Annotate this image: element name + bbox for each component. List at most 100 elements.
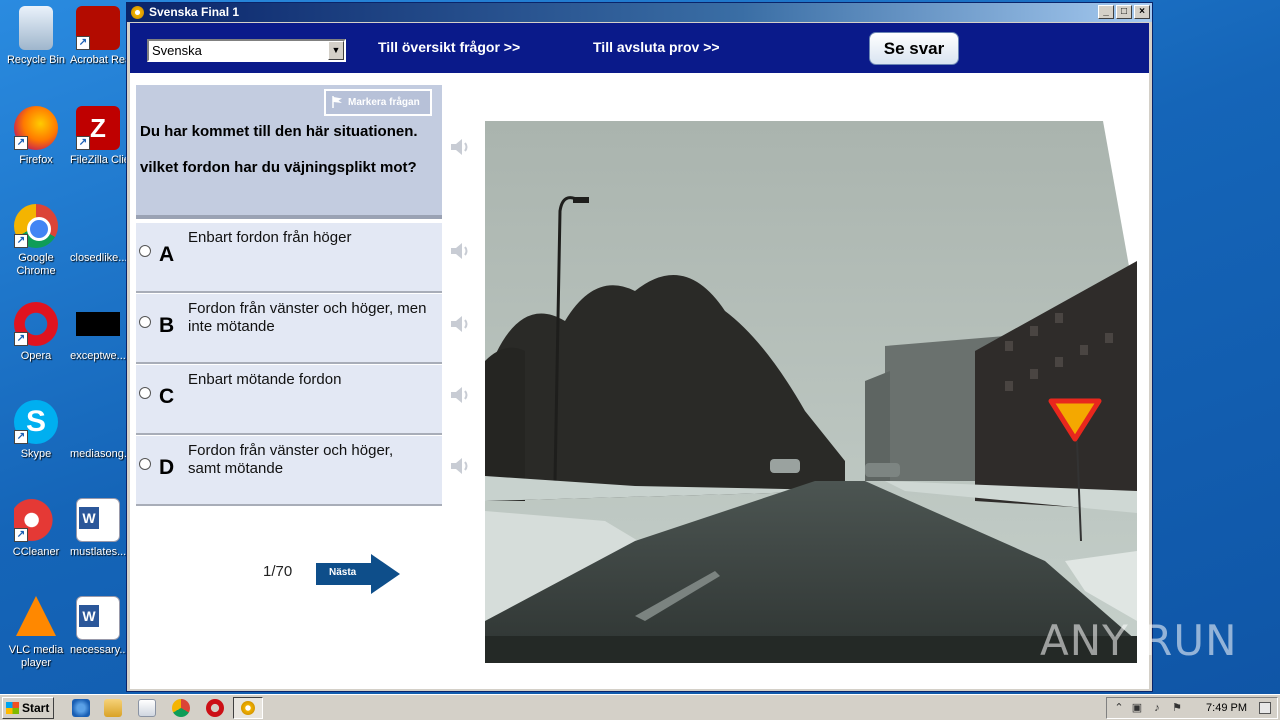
chrome-icon[interactable] bbox=[172, 699, 190, 717]
firefox-icon: ↗ bbox=[14, 106, 58, 150]
speaker-icon[interactable] bbox=[448, 135, 472, 159]
desktop-icon-label: exceptwe... bbox=[70, 350, 126, 362]
flag-question-label: Markera frågan bbox=[348, 97, 420, 108]
show-desktop-icon[interactable] bbox=[1259, 702, 1271, 714]
language-select-value: Svenska bbox=[152, 43, 202, 58]
question-panel: Markera frågan Du har kommet till den hä… bbox=[136, 85, 442, 219]
desktop-icon-label: Firefox bbox=[19, 154, 53, 166]
clock[interactable]: 7:49 PM bbox=[1206, 702, 1247, 714]
finish-exam-link[interactable]: Till avsluta prov >> bbox=[593, 39, 720, 55]
desktop-icon-label: necessary... bbox=[70, 644, 126, 656]
answer-text: Enbart mötande fordon bbox=[188, 371, 342, 388]
start-label: Start bbox=[22, 701, 50, 715]
desktop-icon-label: Skype bbox=[20, 448, 52, 460]
desktop-icon-closedlike[interactable]: closedlike... bbox=[70, 204, 126, 265]
desktop-icon-vlc[interactable]: VLC media player bbox=[0, 596, 72, 670]
app-window: Svenska Final 1 _ □ × Svenska ▼ Till öve… bbox=[126, 2, 1153, 692]
volume-icon[interactable]: ♪ bbox=[1151, 702, 1163, 714]
flag-icon[interactable]: ⚑ bbox=[1171, 702, 1183, 714]
desktop-icon-necessary[interactable]: necessary... bbox=[70, 596, 126, 657]
desktop-icon-acrobat[interactable]: ↗ Acrobat Reader DC bbox=[70, 6, 126, 67]
desktop-icon-filezilla[interactable]: Z↗ FileZilla Client bbox=[70, 106, 126, 167]
windows-logo-icon bbox=[6, 702, 19, 714]
desktop-icon-label: closedlike... bbox=[70, 252, 126, 264]
answer-radio[interactable] bbox=[139, 316, 151, 328]
app-icon bbox=[131, 6, 144, 19]
network-icon[interactable]: ▣ bbox=[1131, 702, 1143, 714]
desktop-icon-label: VLC media player bbox=[8, 644, 64, 669]
question-counter: 1/70 bbox=[263, 563, 293, 580]
flag-icon bbox=[332, 96, 342, 108]
desktop-icon-label: Opera bbox=[20, 350, 52, 362]
next-button[interactable]: Nästa bbox=[316, 554, 400, 594]
answer-text: Fordon från vänster och höger, samt möta… bbox=[188, 442, 394, 477]
desktop-icon-label: Google Chrome bbox=[16, 252, 56, 277]
desktop-icon-label: FileZilla Client bbox=[70, 154, 126, 166]
desktop-icon-label: mustlates... bbox=[70, 546, 126, 558]
file-icon bbox=[76, 312, 120, 336]
system-tray: ⌃ ▣ ♪ ⚑ 7:49 PM bbox=[1106, 697, 1278, 719]
next-label: Nästa bbox=[329, 567, 357, 578]
taskbar-app-svenska[interactable] bbox=[233, 697, 263, 719]
speaker-icon[interactable] bbox=[448, 239, 472, 263]
desktop-icon-recycle-bin[interactable]: Recycle Bin bbox=[0, 6, 72, 67]
overview-link[interactable]: Till översikt frågor >> bbox=[378, 39, 520, 55]
language-select[interactable]: Svenska ▼ bbox=[147, 39, 346, 62]
flag-question-button[interactable]: Markera frågan bbox=[324, 89, 432, 116]
speaker-icon[interactable] bbox=[448, 454, 472, 478]
show-answer-button[interactable]: Se svar bbox=[869, 32, 959, 65]
opera-icon: ↗ bbox=[14, 302, 58, 346]
speaker-icon[interactable] bbox=[448, 312, 472, 336]
answer-option-b[interactable]: B Fordon från vänster och höger, men int… bbox=[136, 294, 442, 364]
ie-icon[interactable] bbox=[72, 699, 90, 717]
minimize-button[interactable]: _ bbox=[1098, 5, 1114, 19]
word-document-icon bbox=[76, 596, 120, 640]
speaker-icon[interactable] bbox=[448, 383, 472, 407]
toolbar: Svenska ▼ Till översikt frågor >> Till a… bbox=[130, 23, 1149, 73]
answer-letter: B bbox=[159, 314, 175, 337]
file-icon bbox=[76, 400, 120, 444]
desktop-icon-mustlates[interactable]: mustlates... bbox=[70, 498, 126, 559]
chrome-icon: ↗ bbox=[14, 204, 58, 248]
answer-option-d[interactable]: D Fordon från vänster och höger, samt mö… bbox=[136, 436, 442, 506]
answer-letter: D bbox=[159, 456, 175, 479]
filezilla-icon: Z ↗ bbox=[76, 106, 120, 150]
situation-photo bbox=[485, 121, 1137, 663]
vlc-icon bbox=[16, 596, 56, 636]
explorer-icon[interactable] bbox=[104, 699, 122, 717]
desktop-icon-chrome[interactable]: ↗ Google Chrome bbox=[0, 204, 72, 278]
desktop-icon-label: Acrobat Reader DC bbox=[70, 54, 126, 66]
window-title: Svenska Final 1 bbox=[149, 5, 240, 19]
chevron-up-icon[interactable]: ⌃ bbox=[1113, 702, 1125, 714]
desktop-icon-mediasong[interactable]: mediasong... bbox=[70, 400, 126, 461]
answer-radio[interactable] bbox=[139, 245, 151, 257]
taskbar: Start ⌃ ▣ ♪ ⚑ 7:49 PM bbox=[0, 694, 1280, 720]
word-document-icon bbox=[76, 498, 120, 542]
close-button[interactable]: × bbox=[1134, 5, 1150, 19]
desktop-icon-exceptwe[interactable]: exceptwe... bbox=[70, 302, 126, 363]
desktop-icon-skype[interactable]: S ↗ Skype bbox=[0, 400, 72, 461]
desktop-icon-label: CCleaner bbox=[12, 546, 60, 558]
start-button[interactable]: Start bbox=[2, 697, 54, 719]
desktop-icon-firefox[interactable]: ↗ Firefox bbox=[0, 106, 72, 167]
desktop-icon-label: Recycle Bin bbox=[6, 54, 66, 66]
chevron-down-icon[interactable]: ▼ bbox=[328, 41, 344, 60]
window-titlebar[interactable]: Svenska Final 1 _ □ × bbox=[127, 3, 1152, 22]
maximize-button[interactable]: □ bbox=[1116, 5, 1132, 19]
question-text: Du har kommet till den här situationen. … bbox=[140, 123, 418, 176]
media-player-icon[interactable] bbox=[138, 699, 156, 717]
answer-option-a[interactable]: A Enbart fordon från höger bbox=[136, 223, 442, 293]
answer-radio[interactable] bbox=[139, 458, 151, 470]
skype-icon: S ↗ bbox=[14, 400, 58, 444]
answer-option-c[interactable]: C Enbart mötande fordon bbox=[136, 365, 442, 435]
app-icon bbox=[241, 701, 255, 715]
acrobat-reader-icon: ↗ bbox=[76, 6, 120, 50]
answer-text: Enbart fordon från höger bbox=[188, 229, 352, 246]
file-icon bbox=[76, 204, 120, 248]
answer-letter: C bbox=[159, 385, 175, 408]
desktop-icon-opera[interactable]: ↗ Opera bbox=[0, 302, 72, 363]
opera-icon[interactable] bbox=[206, 699, 224, 717]
desktop-icon-ccleaner[interactable]: ↗ CCleaner bbox=[0, 498, 72, 559]
window-controls: _ □ × bbox=[1098, 5, 1150, 19]
answer-radio[interactable] bbox=[139, 387, 151, 399]
